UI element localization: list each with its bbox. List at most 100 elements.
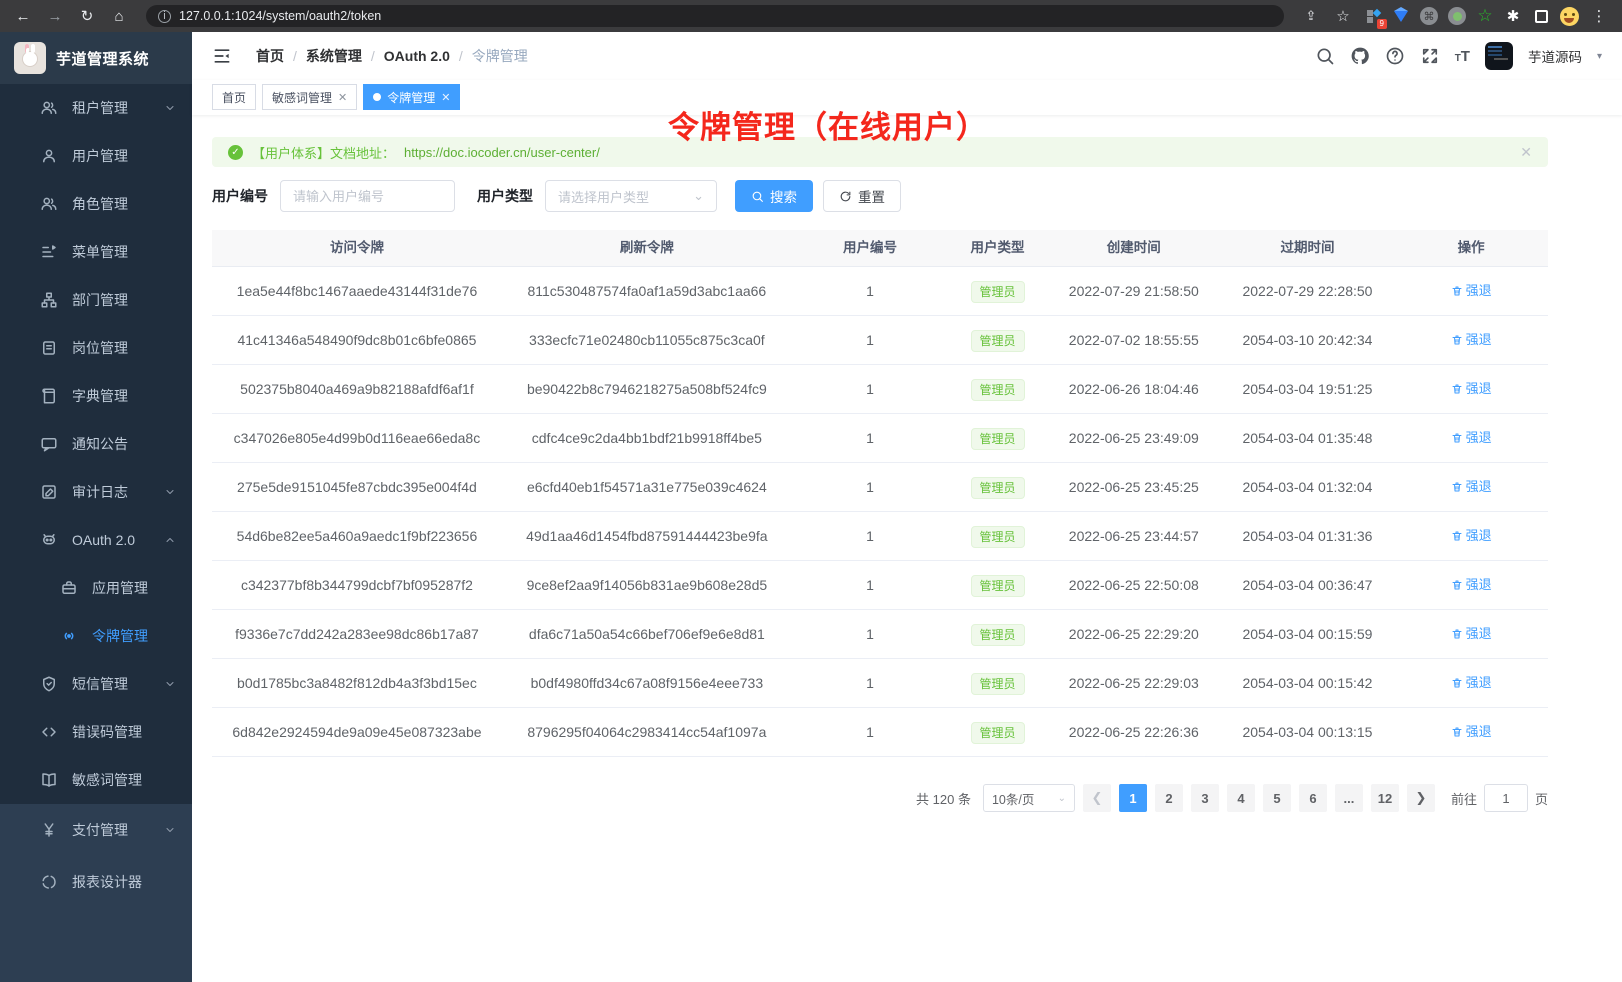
force-logout-button[interactable]: 强退	[1451, 365, 1492, 413]
sidebar-item-pay-mgmt[interactable]: 支付管理	[0, 804, 192, 856]
profile-avatar-icon[interactable]	[1558, 5, 1580, 27]
extension-star-icon[interactable]: ☆	[1474, 5, 1496, 27]
fullscreen-icon[interactable]	[1420, 46, 1440, 66]
sidebar-item-tenant-mgmt[interactable]: 租户管理	[0, 84, 192, 132]
next-page-button[interactable]: ❯	[1407, 784, 1435, 812]
trash-icon	[1451, 726, 1463, 738]
table-row: c347026e805e4d99b0d116eae66eda8c cdfc4ce…	[212, 414, 1548, 463]
search-button[interactable]: 搜索	[735, 180, 813, 212]
page-button-12[interactable]: 12	[1371, 784, 1399, 812]
app-logo-row[interactable]: 芋道管理系统	[0, 32, 192, 84]
sidebar-item-oauth-tokens[interactable]: 令牌管理	[0, 612, 192, 660]
force-logout-button[interactable]: 强退	[1451, 463, 1492, 511]
force-logout-button[interactable]: 强退	[1451, 561, 1492, 609]
table-row: 41c41346a548490f9dc8b01c6bfe0865 333ecfc…	[212, 316, 1548, 365]
page-button-2[interactable]: 2	[1155, 784, 1183, 812]
username-label[interactable]: 芋道源码	[1528, 46, 1582, 66]
extension-command-icon[interactable]: ⌘	[1418, 5, 1440, 27]
force-logout-button[interactable]: 强退	[1451, 267, 1492, 315]
extension-gem-icon[interactable]	[1390, 5, 1412, 27]
sidebar-fold-icon[interactable]	[212, 46, 232, 66]
extension-record-icon[interactable]	[1446, 5, 1468, 27]
edit-log-icon	[40, 483, 58, 501]
page-suffix-label: 页	[1535, 789, 1548, 808]
sidebar-item-report-designer[interactable]: 报表设计器	[0, 856, 192, 908]
sidebar-item-user-mgmt[interactable]: 用户管理	[0, 132, 192, 180]
close-icon[interactable]: ✕	[338, 91, 347, 104]
prev-page-button[interactable]: ❮	[1083, 784, 1111, 812]
page-button-1[interactable]: 1	[1119, 784, 1147, 812]
site-info-icon[interactable]: i	[158, 10, 171, 23]
reload-button[interactable]: ↻	[74, 5, 100, 27]
page-size-select[interactable]: 10条/页 ⌄	[983, 784, 1075, 812]
chevron-down-icon	[164, 678, 176, 690]
page-button-4[interactable]: 4	[1227, 784, 1255, 812]
user-type-badge: 管理员	[971, 379, 1025, 401]
sidebar-item-dept-mgmt[interactable]: 部门管理	[0, 276, 192, 324]
tab-home[interactable]: 首页	[212, 84, 256, 110]
force-logout-button[interactable]: 强退	[1451, 708, 1492, 756]
back-button[interactable]: ←	[10, 5, 36, 27]
tab-sensitive-words[interactable]: 敏感词管理 ✕	[262, 84, 357, 110]
sidebar-item-notice[interactable]: 通知公告	[0, 420, 192, 468]
page-button-3[interactable]: 3	[1191, 784, 1219, 812]
force-logout-button[interactable]: 强退	[1451, 610, 1492, 658]
extension-puzzle-icon[interactable]: ✱	[1502, 5, 1524, 27]
breadcrumb-home[interactable]: 首页	[256, 46, 284, 66]
extension-squares-icon[interactable]: 9	[1362, 5, 1384, 27]
sidebar-item-error-code[interactable]: 错误码管理	[0, 708, 192, 756]
breadcrumb: 首页 / 系统管理 / OAuth 2.0 / 令牌管理	[256, 46, 1301, 66]
github-icon[interactable]	[1350, 46, 1370, 66]
alert-close-icon[interactable]: ✕	[1520, 144, 1532, 161]
chevron-down-icon	[164, 486, 176, 498]
reset-button[interactable]: 重置	[823, 180, 901, 212]
sidebar-item-sms-mgmt[interactable]: 短信管理	[0, 660, 192, 708]
user-menu-caret-icon[interactable]: ▾	[1597, 51, 1602, 62]
sidebar-item-oauth-apps[interactable]: 应用管理	[0, 564, 192, 612]
user-type-badge: 管理员	[971, 428, 1025, 450]
table-row: 502375b8040a469a9b82188afdf6af1f be90422…	[212, 365, 1548, 414]
tab-token-mgmt[interactable]: 令牌管理 ✕	[363, 84, 460, 110]
force-logout-button[interactable]: 强退	[1451, 414, 1492, 462]
close-icon[interactable]: ✕	[441, 91, 450, 104]
search-icon[interactable]	[1315, 46, 1335, 66]
table-row: 1ea5e44f8bc1467aaede43144f31de76 811c530…	[212, 267, 1548, 316]
user-type-select[interactable]: 请选择用户类型 ⌄	[545, 180, 717, 212]
url-bar[interactable]: i 127.0.0.1:1024/system/oauth2/token	[146, 5, 1284, 27]
briefcase-icon	[60, 579, 78, 597]
sidebar-item-post-mgmt[interactable]: 岗位管理	[0, 324, 192, 372]
more-pages-button[interactable]: ...	[1335, 784, 1363, 812]
breadcrumb-oauth[interactable]: OAuth 2.0	[384, 48, 450, 64]
font-size-icon[interactable]: TT	[1455, 48, 1470, 65]
force-logout-button[interactable]: 强退	[1451, 512, 1492, 560]
sidebar-item-audit-log[interactable]: 审计日志	[0, 468, 192, 516]
user-id-input[interactable]	[280, 180, 455, 212]
total-count-label: 共 120 条	[916, 789, 971, 808]
sidebar-item-oauth[interactable]: OAuth 2.0	[0, 516, 192, 564]
sidebar-item-role-mgmt[interactable]: 角色管理	[0, 180, 192, 228]
goto-page-input[interactable]	[1484, 784, 1528, 812]
force-logout-button[interactable]: 强退	[1451, 659, 1492, 707]
share-icon[interactable]: ⇪	[1298, 5, 1324, 27]
user-type-badge: 管理员	[971, 330, 1025, 352]
sidebar-item-sensitive-words[interactable]: 敏感词管理	[0, 756, 192, 804]
url-text: 127.0.0.1:1024/system/oauth2/token	[179, 9, 381, 23]
forward-button[interactable]: →	[42, 5, 68, 27]
breadcrumb-system[interactable]: 系统管理	[306, 46, 362, 66]
page-button-6[interactable]: 6	[1299, 784, 1327, 812]
sidebar-item-menu-mgmt[interactable]: 菜单管理	[0, 228, 192, 276]
help-icon[interactable]	[1385, 46, 1405, 66]
home-button[interactable]: ⌂	[106, 5, 132, 27]
chevron-down-icon: ⌄	[693, 188, 704, 204]
user-type-label: 用户类型	[477, 186, 533, 206]
user-type-badge: 管理员	[971, 575, 1025, 597]
force-logout-button[interactable]: 强退	[1451, 316, 1492, 364]
sidebar-item-dict-mgmt[interactable]: 字典管理	[0, 372, 192, 420]
sidebar-toggle-icon[interactable]	[1530, 5, 1552, 27]
bookmark-star-icon[interactable]: ☆	[1330, 5, 1356, 27]
browser-menu-icon[interactable]: ⋮	[1586, 5, 1612, 27]
user-avatar[interactable]	[1485, 42, 1513, 70]
browser-chrome: ← → ↻ ⌂ i 127.0.0.1:1024/system/oauth2/t…	[0, 0, 1622, 32]
page-button-5[interactable]: 5	[1263, 784, 1291, 812]
doc-link[interactable]: https://doc.iocoder.cn/user-center/	[404, 145, 600, 160]
